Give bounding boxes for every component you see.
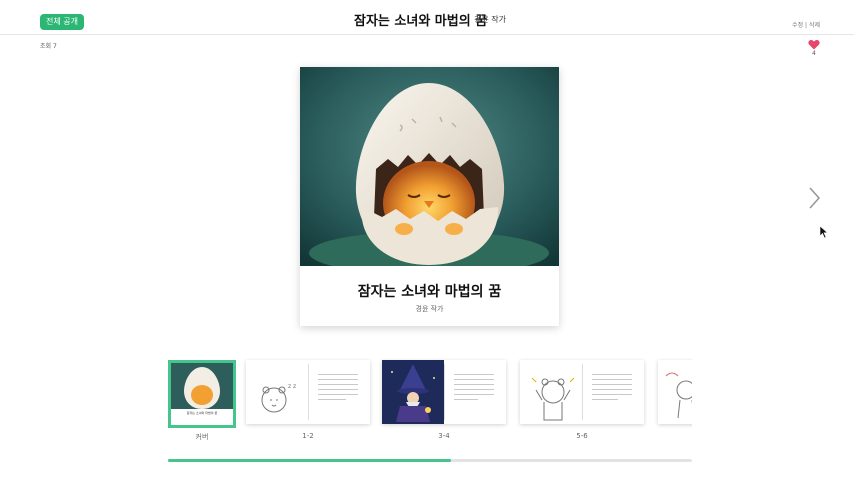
cover-author: 경윤 작가 [415,305,444,313]
scroll-progress-track[interactable] [168,459,692,462]
cover-title: 잠자는 소녀와 마법의 꿈 [357,284,502,300]
like-count: 4 [812,50,816,57]
sketch-bear-arms-up-image [531,377,575,421]
text-block [592,374,632,404]
scroll-progress-fill [168,459,451,462]
heart-icon[interactable] [808,39,820,50]
text-block [454,374,494,404]
thumbnail-page-3-4[interactable] [382,360,506,424]
thumbnail-page-5-6[interactable] [520,360,644,424]
view-count: 조회 7 [40,43,57,50]
text-block [318,374,358,404]
book-cover-card[interactable]: 잠자는 소녀와 마법의 꿈 경윤 작가 [300,67,559,326]
cover-illustration [300,67,559,266]
sketch-character-image [665,372,692,419]
thumbnail-mini-title: 잠자는 소녀와 마법의 꿈 [186,411,218,415]
wizard-illustration [382,360,444,424]
cover-thumbnail-image [171,363,233,409]
book-title: 잠자는 소녀와 마법의 꿈 [354,14,488,29]
top-header: 전체 공개 잠자는 소녀와 마법의 꿈 경윤 작가 수정 | 삭제 [0,0,854,35]
page-thumbnail-strip[interactable]: 잠자는 소녀와 마법의 꿈 커버 z z 1-2 3-4 5-6 [168,358,692,448]
thumbnail-page-7-8[interactable] [658,360,692,424]
chevron-right-icon[interactable] [806,186,822,210]
page-divider [582,364,583,420]
svg-text:z z: z z [288,383,296,390]
page-divider [308,364,309,420]
thumbnail-label: 5-6 [576,432,588,440]
sketch-bear-image: z z [261,383,296,413]
thumbnail-cover[interactable]: 잠자는 소녀와 마법의 꿈 [168,360,236,428]
edit-delete-links[interactable]: 수정 | 삭제 [792,20,820,29]
thumbnail-page-1-2[interactable]: z z [246,360,370,424]
mouse-cursor-icon [820,226,828,238]
thumbnail-label: 1-2 [302,432,314,440]
thumbnail-label: 3-4 [438,432,450,440]
visibility-badge[interactable]: 전체 공개 [40,14,84,30]
author-name[interactable]: 경윤 작가 [474,14,506,25]
thumbnail-label: 커버 [195,433,209,441]
page-divider [444,364,445,420]
